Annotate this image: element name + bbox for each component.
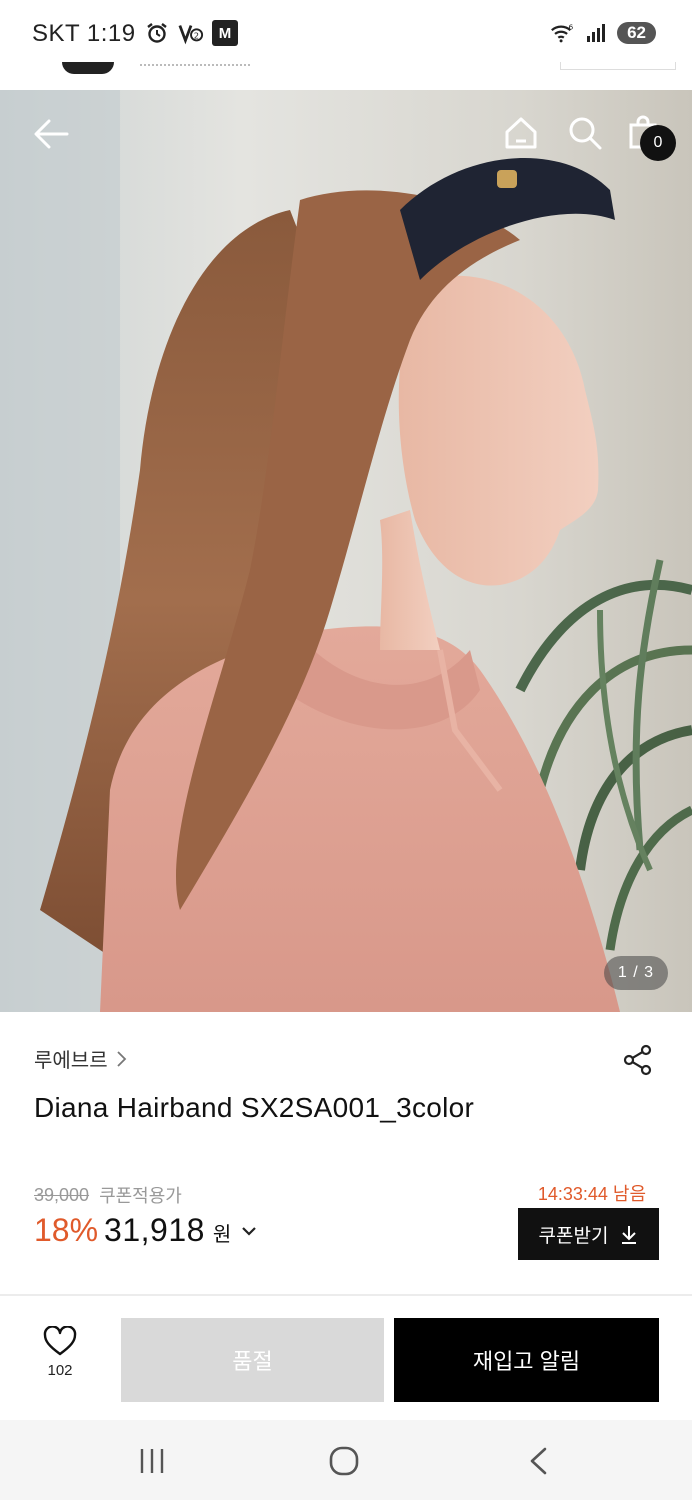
- coupon-price-label: 쿠폰적용가: [99, 1186, 182, 1206]
- status-icons-left: 2 M: [144, 20, 238, 46]
- system-back-button[interactable]: [508, 1438, 568, 1484]
- svg-text:2: 2: [194, 31, 199, 41]
- coupon-button-label: 쿠폰받기: [538, 1225, 609, 1247]
- soldout-button: 품절: [121, 1318, 384, 1402]
- product-title: Diana Hairband SX2SA001_3color: [34, 1092, 475, 1123]
- scrolled-header-remnant: [0, 62, 692, 90]
- image-pager: 1 / 3: [604, 956, 668, 990]
- recent-apps-icon: [140, 1449, 164, 1473]
- section-divider: [0, 1294, 692, 1296]
- download-coupon-button[interactable]: 쿠폰받기: [518, 1208, 659, 1260]
- sale-price-row[interactable]: 18% 31,918 원: [34, 1212, 257, 1249]
- currency-label: 원: [212, 1224, 232, 1246]
- wishlist-count: 102: [47, 1362, 73, 1379]
- search-button[interactable]: [562, 110, 608, 156]
- status-bar: SKT 1:19 2 M 6 62: [0, 0, 692, 70]
- header-text-remnant: [140, 64, 250, 70]
- product-photo: [0, 90, 692, 1012]
- header-box-remnant: [560, 62, 676, 70]
- status-icons-right: 6 62: [549, 20, 656, 46]
- chevron-left-icon: [530, 1447, 547, 1475]
- restock-alert-button[interactable]: 재입고 알림: [394, 1318, 659, 1402]
- heart-icon: [43, 1326, 77, 1356]
- battery-indicator: 62: [617, 22, 656, 44]
- header-logo-remnant: [62, 62, 114, 74]
- share-button[interactable]: [620, 1042, 656, 1078]
- download-icon: [622, 1226, 637, 1244]
- sale-price: 31,918: [104, 1212, 205, 1248]
- wishlist-button[interactable]: 102: [28, 1326, 92, 1396]
- back-button[interactable]: [26, 112, 76, 156]
- svg-text:6: 6: [569, 22, 574, 31]
- mstock-app-icon: M: [212, 20, 238, 46]
- home-button[interactable]: [498, 110, 544, 156]
- status-time: SKT 1:19: [32, 20, 136, 47]
- home-circle-icon: [329, 1446, 359, 1476]
- chevron-down-icon[interactable]: [241, 1225, 257, 1237]
- alarm-icon: [144, 20, 170, 46]
- brand-link[interactable]: 루에브르: [34, 1044, 128, 1073]
- system-navigation-bar: [0, 1420, 692, 1500]
- brand-name: 루에브르: [34, 1050, 108, 1072]
- original-price: 39,000: [34, 1184, 90, 1205]
- cart-count-badge: 0: [640, 125, 676, 161]
- product-image-gallery[interactable]: 0 1 / 3: [0, 90, 692, 1012]
- signal-icon: [583, 20, 609, 46]
- coupon-timer: 14:33:44 남음: [537, 1184, 646, 1204]
- recent-apps-button[interactable]: [122, 1438, 182, 1484]
- discount-rate: 18%: [34, 1212, 99, 1248]
- arrow-left-icon: [34, 119, 69, 149]
- v3-app-icon: 2: [178, 20, 204, 46]
- system-home-button[interactable]: [314, 1438, 374, 1484]
- original-price-row: 39,000 쿠폰적용가: [34, 1182, 182, 1208]
- share-icon: [623, 1044, 652, 1076]
- search-icon: [569, 117, 602, 150]
- chevron-right-icon: [116, 1050, 126, 1067]
- home-icon: [505, 117, 537, 149]
- wifi-icon: 6: [549, 20, 575, 46]
